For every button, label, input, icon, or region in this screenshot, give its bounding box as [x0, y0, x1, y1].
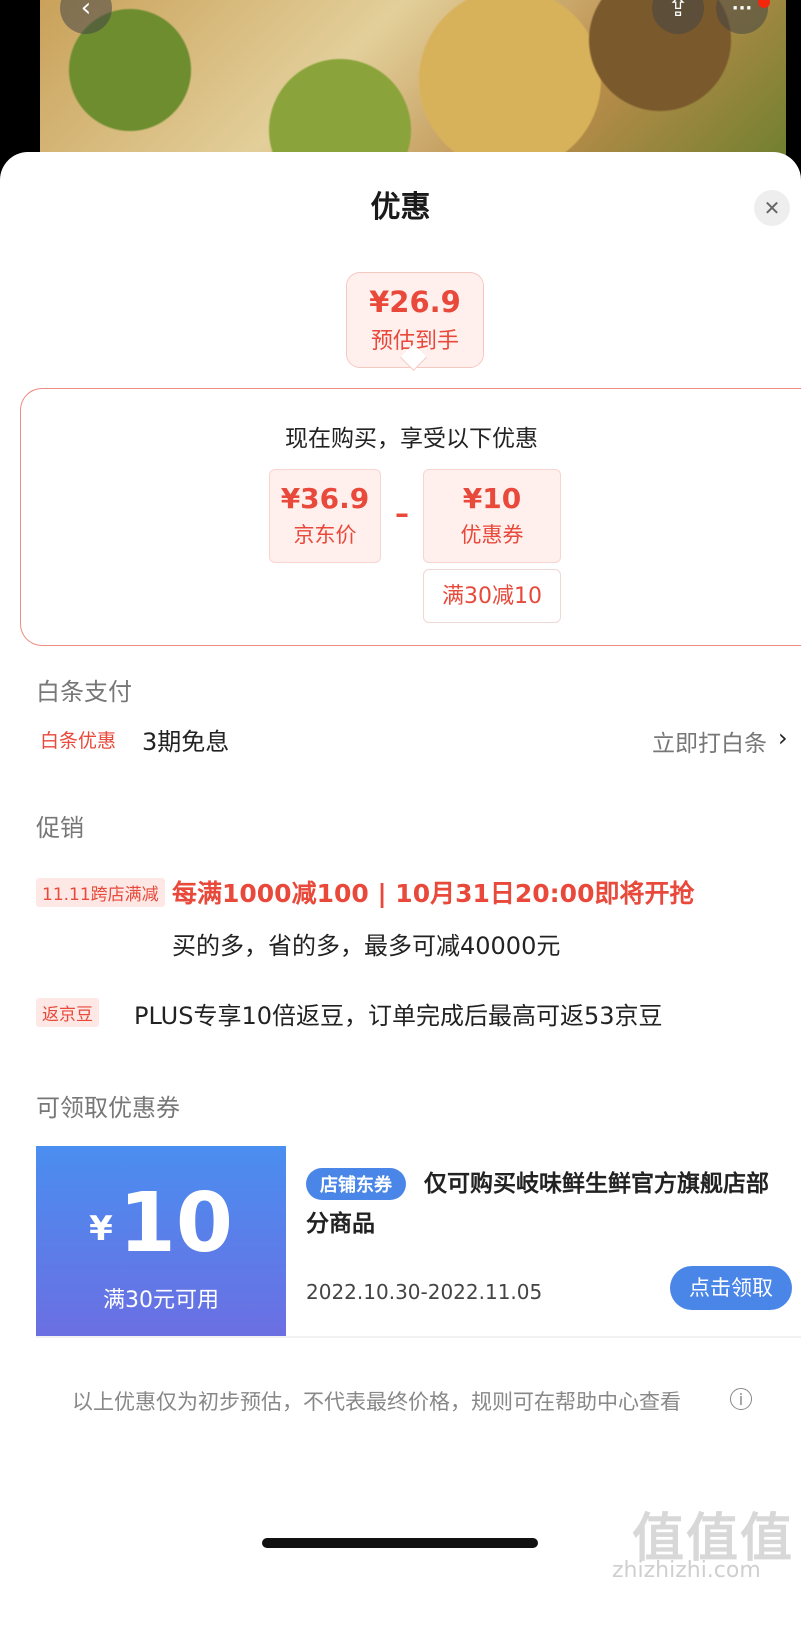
currency-symbol: ¥: [89, 1208, 113, 1249]
promo-sub: 买的多，省的多，最多可减40000元: [172, 932, 561, 960]
promo-tag: 11.11跨店满减: [36, 878, 165, 907]
jd-price-chip: ¥36.9 京东价: [269, 469, 381, 563]
chevron-right-icon[interactable]: ›: [778, 724, 788, 752]
back-icon: ‹: [80, 0, 92, 23]
baitiao-tag: 白条优惠: [40, 730, 117, 752]
discount-sheet: 优惠 ✕ ¥26.9 预估到手 现在购买，享受以下优惠 ¥36.9 京东价 – …: [0, 152, 801, 1640]
baitiao-section-label: 白条支付: [36, 678, 132, 706]
discount-detail-box: 现在购买，享受以下优惠 ¥36.9 京东价 – ¥10 优惠券 满30减10: [20, 388, 801, 646]
coupon-value: ¥10: [462, 482, 522, 515]
sheet-title: 优惠: [370, 190, 431, 225]
jd-price-label: 京东价: [293, 523, 357, 547]
info-icon[interactable]: i: [730, 1388, 752, 1410]
minus-sign: –: [395, 497, 409, 530]
baitiao-link[interactable]: 立即打白条: [652, 724, 767, 758]
coupon-condition: 满30减10: [423, 569, 561, 623]
bean-text: PLUS专享10倍返豆，订单完成后最高可返53京豆: [134, 1002, 663, 1030]
coupon-min-spend: 满30元可用: [103, 1288, 219, 1313]
coupon-card: ¥10 满30元可用 仅可购买岐味鲜生鲜官方旗舰店部分商品 店铺东券 2022.…: [31, 1146, 801, 1336]
jd-price: ¥36.9: [280, 482, 370, 515]
promo-section-label: 促销: [36, 814, 84, 842]
share-icon: ⇪: [667, 0, 689, 23]
more-icon: ···: [731, 0, 753, 19]
coupon-date-range: 2022.10.30-2022.11.05: [306, 1280, 543, 1304]
detail-heading: 现在购买，享受以下优惠: [285, 426, 538, 452]
estimated-price: ¥26.9: [369, 285, 461, 319]
watermark-url: zhizhizhi.com: [612, 1558, 761, 1583]
coupon-amount-value: 10: [118, 1176, 233, 1271]
disclaimer-text: 以上优惠仅为初步预估，不代表最终价格，规则可在帮助中心查看: [72, 1390, 681, 1414]
baitiao-text: 3期免息: [142, 728, 230, 756]
coupon-amount-panel: ¥10 满30元可用: [31, 1146, 286, 1336]
coupons-section-label: 可领取优惠券: [36, 1094, 180, 1122]
close-icon: ✕: [763, 196, 781, 220]
claim-coupon-button[interactable]: 点击领取: [670, 1266, 792, 1310]
promo-highlight: 每满1000减100 | 10月31日20:00即将开抢: [172, 879, 695, 908]
shop-coupon-badge: 店铺东券: [306, 1168, 406, 1200]
bean-tag: 返京豆: [36, 998, 99, 1027]
coupon-chip: ¥10 优惠券: [423, 469, 561, 563]
home-indicator: [262, 1538, 538, 1548]
coupon-label: 优惠券: [460, 523, 524, 547]
coupon-amount: ¥10: [36, 1176, 286, 1271]
close-button[interactable]: ✕: [754, 190, 790, 226]
